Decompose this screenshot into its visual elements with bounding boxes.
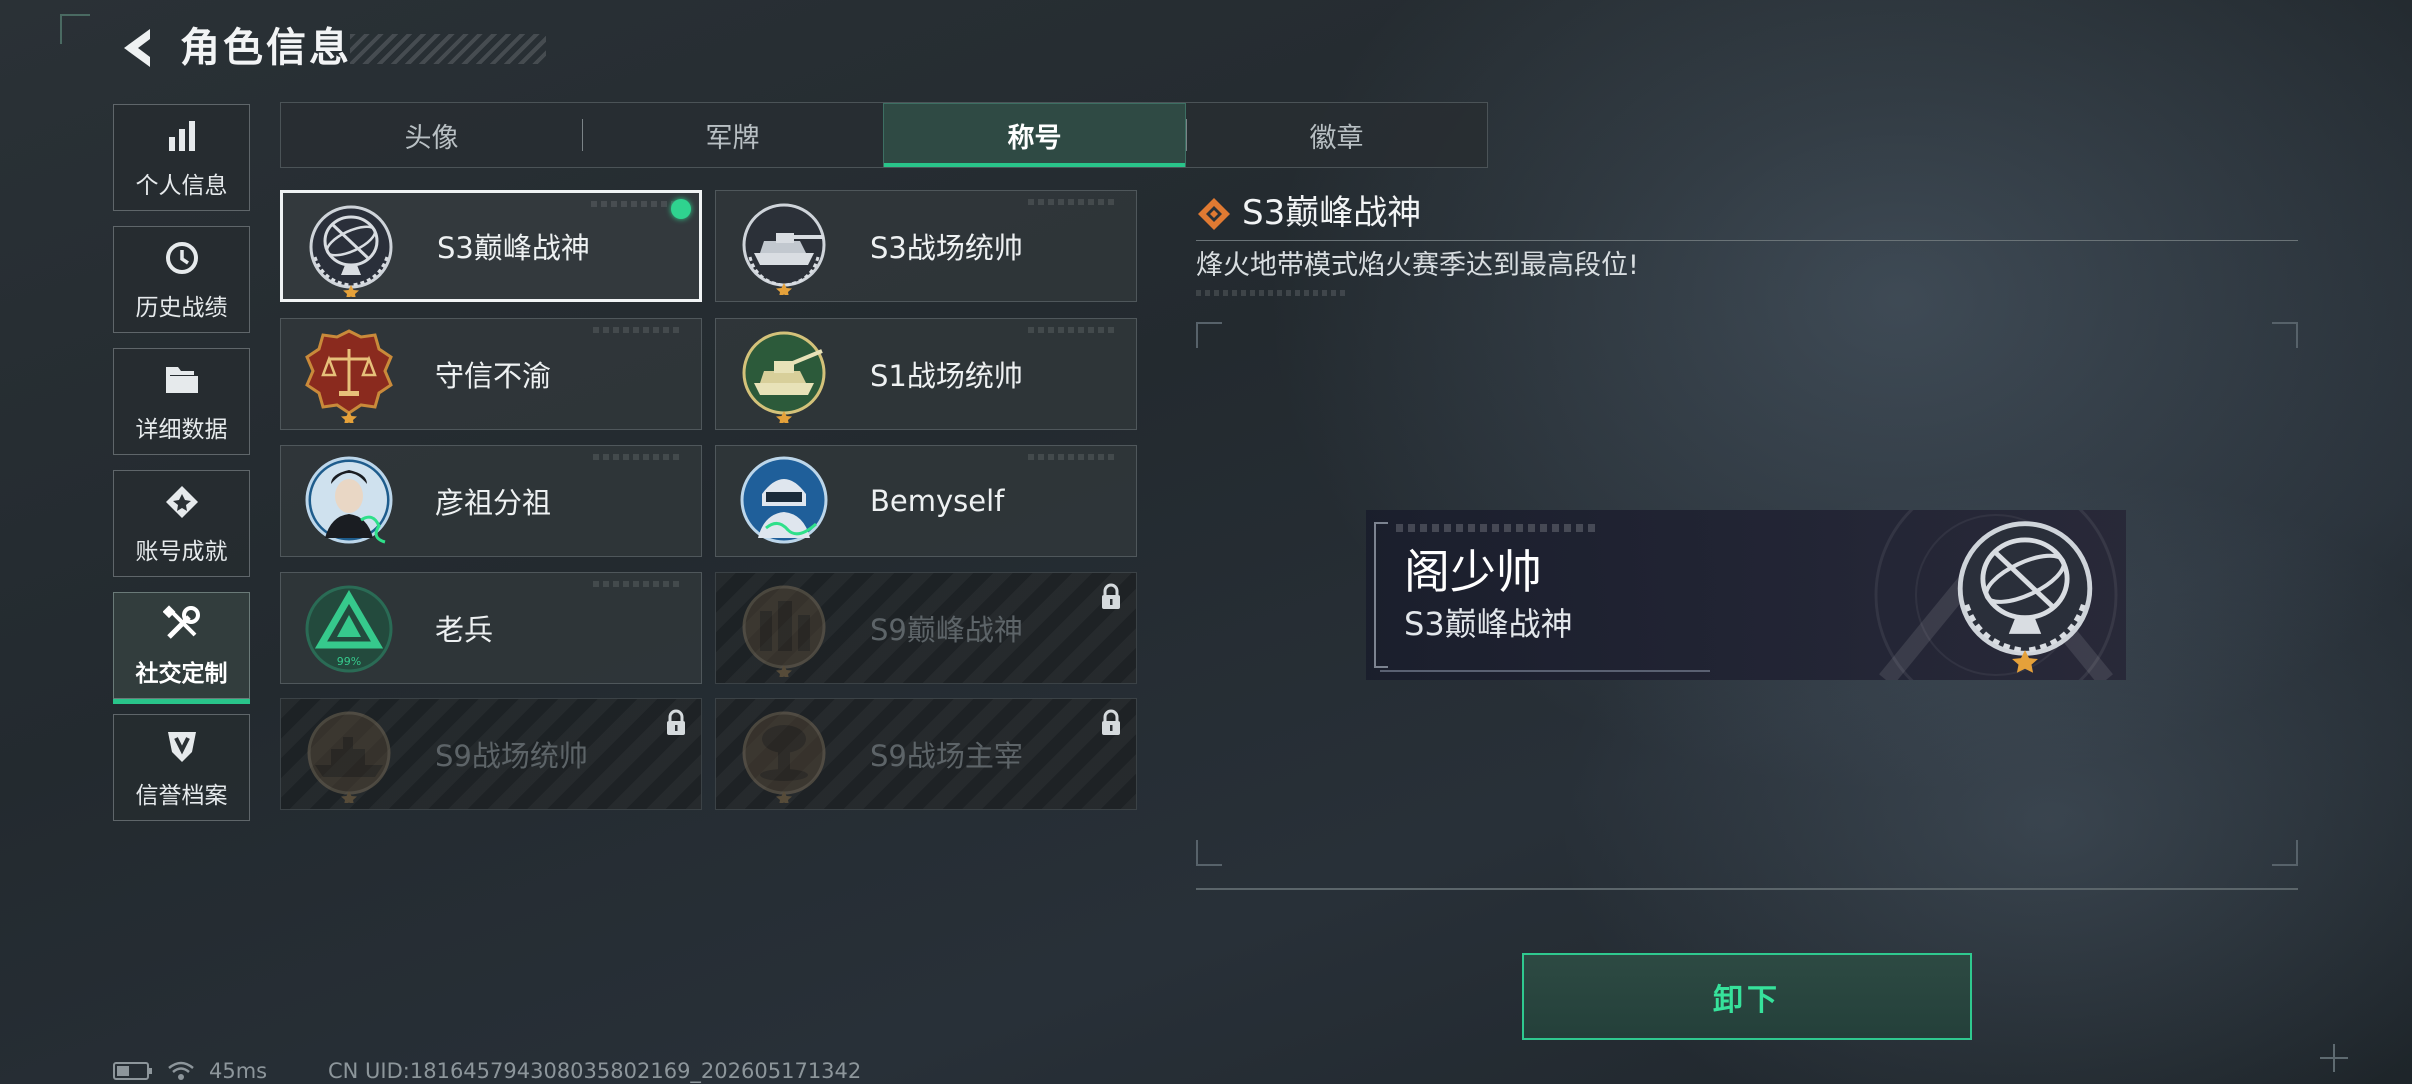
title-card-s9-commander[interactable]: S9战场统帅 xyxy=(280,698,702,810)
card-deco xyxy=(593,327,683,333)
card-deco xyxy=(593,454,683,460)
card-deco xyxy=(591,201,681,207)
title-card-keep-faith[interactable]: 守信不渝 xyxy=(280,318,702,430)
detail-description: 烽火地带模式焰火赛季达到最高段位! xyxy=(1196,250,1639,281)
nameplate-preview: 阁少帅 S3巅峰战神 xyxy=(1366,510,2126,680)
unequip-button[interactable]: 卸下 xyxy=(1522,953,1972,1040)
sidebar-item-label: 社交定制 xyxy=(135,660,228,687)
tab-dog-tag[interactable]: 军牌 xyxy=(582,103,883,167)
sidebar-item-personal-info[interactable]: 个人信息 xyxy=(113,104,250,211)
category-tabs: 头像 军牌 称号 徽章 xyxy=(280,102,1488,168)
card-deco xyxy=(1028,454,1118,460)
title-card-label: S3巅峰战神 xyxy=(437,231,590,265)
armillary-sphere-emblem-icon xyxy=(1957,521,2093,673)
scales-emblem-icon xyxy=(305,329,393,423)
tab-badge[interactable]: 徽章 xyxy=(1186,103,1487,167)
divider xyxy=(1196,240,2298,241)
tools-icon xyxy=(162,604,202,644)
title-card-s9-dominator[interactable]: S9战场主宰 xyxy=(715,698,1137,810)
back-arrow-icon xyxy=(124,29,150,67)
veteran-percent-text: 99% xyxy=(337,655,361,668)
soldier-signature-emblem-icon xyxy=(740,456,828,544)
nameplate-code-deco xyxy=(1396,524,1596,532)
title-card-veteran[interactable]: 99% 老兵 xyxy=(280,572,702,684)
sidebar-item-label: 个人信息 xyxy=(135,172,228,199)
corner-decoration xyxy=(60,14,90,44)
mushroom-cloud-emblem-icon xyxy=(742,711,826,803)
title-card-label: S9战场主宰 xyxy=(870,739,1023,773)
title-diamond-icon xyxy=(1198,198,1230,230)
title-card-label: S9战场统帅 xyxy=(435,739,588,773)
status-bar: 45ms xyxy=(113,1058,267,1084)
title-card-s9-peak-god[interactable]: S9巅峰战神 xyxy=(715,572,1137,684)
sidebar-item-label: 历史战绩 xyxy=(135,294,228,321)
title-card-label: S3战场统帅 xyxy=(870,231,1023,265)
title-stripes-decoration xyxy=(350,34,546,64)
title-card-s3-peak-god[interactable]: S3巅峰战神 xyxy=(280,190,702,302)
achievement-icon xyxy=(162,482,202,522)
title-card-label: Bemyself xyxy=(870,484,1005,518)
sidebar-item-achievements[interactable]: 账号成就 xyxy=(113,470,250,577)
green-tank-emblem-icon xyxy=(742,331,826,423)
sidebar-item-social-custom[interactable]: 社交定制 xyxy=(113,592,250,704)
title-card-label: 彦祖分祖 xyxy=(435,486,552,520)
latency-text: 45ms xyxy=(209,1059,268,1083)
lock-icon xyxy=(667,709,685,735)
sidebar-item-label: 信誉档案 xyxy=(135,782,228,809)
history-clock-icon xyxy=(162,238,202,278)
title-card-s3-commander[interactable]: S3战场统帅 xyxy=(715,190,1137,302)
card-deco xyxy=(1028,327,1118,333)
detail-deco xyxy=(1196,290,1346,296)
title-card-bemyself[interactable]: Bemyself xyxy=(715,445,1137,557)
title-card-label: S9巅峰战神 xyxy=(870,613,1023,647)
tab-avatar[interactable]: 头像 xyxy=(281,103,582,167)
reputation-shield-icon xyxy=(162,726,202,766)
tank-emblem-icon xyxy=(742,203,826,295)
lock-icon xyxy=(1102,709,1120,735)
ruins-emblem-icon xyxy=(742,585,826,677)
title-card-label: S1战场统帅 xyxy=(870,359,1023,393)
sidebar-item-detailed-data[interactable]: 详细数据 xyxy=(113,348,250,455)
plus-icon xyxy=(2320,1044,2348,1072)
portrait-signature-emblem-icon xyxy=(305,456,393,544)
bar-chart-icon xyxy=(162,116,202,156)
warship-emblem-icon xyxy=(307,711,391,803)
back-button[interactable] xyxy=(112,22,160,74)
uid-text: CN UID:181645794308035802169_20260517134… xyxy=(328,1059,862,1083)
wifi-icon xyxy=(168,1061,194,1080)
divider xyxy=(1196,888,2298,890)
page-title: 角色信息 xyxy=(180,25,352,71)
card-deco xyxy=(1028,199,1118,205)
sidebar-item-label: 账号成就 xyxy=(135,538,228,565)
nameplate-title: S3巅峰战神 xyxy=(1404,605,1573,643)
sidebar-item-battle-history[interactable]: 历史战绩 xyxy=(113,226,250,333)
nameplate-player-name: 阁少帅 xyxy=(1404,545,1542,599)
title-card-s1-commander[interactable]: S1战场统帅 xyxy=(715,318,1137,430)
title-card-yanzu[interactable]: 彦祖分祖 xyxy=(280,445,702,557)
folder-icon xyxy=(162,360,202,400)
equipped-indicator xyxy=(671,199,691,219)
sidebar-item-label: 详细数据 xyxy=(135,416,228,443)
detail-title: S3巅峰战神 xyxy=(1242,193,1422,233)
armillary-sphere-emblem-icon xyxy=(309,205,393,297)
lock-icon xyxy=(1102,583,1120,609)
veteran-triangle-emblem-icon: 99% xyxy=(305,585,393,673)
card-deco xyxy=(593,581,683,587)
title-card-label: 守信不渝 xyxy=(435,359,552,393)
title-card-label: 老兵 xyxy=(435,613,494,647)
tab-title[interactable]: 称号 xyxy=(883,103,1186,167)
battery-icon xyxy=(113,1062,152,1080)
sidebar-item-reputation[interactable]: 信誉档案 xyxy=(113,714,250,821)
